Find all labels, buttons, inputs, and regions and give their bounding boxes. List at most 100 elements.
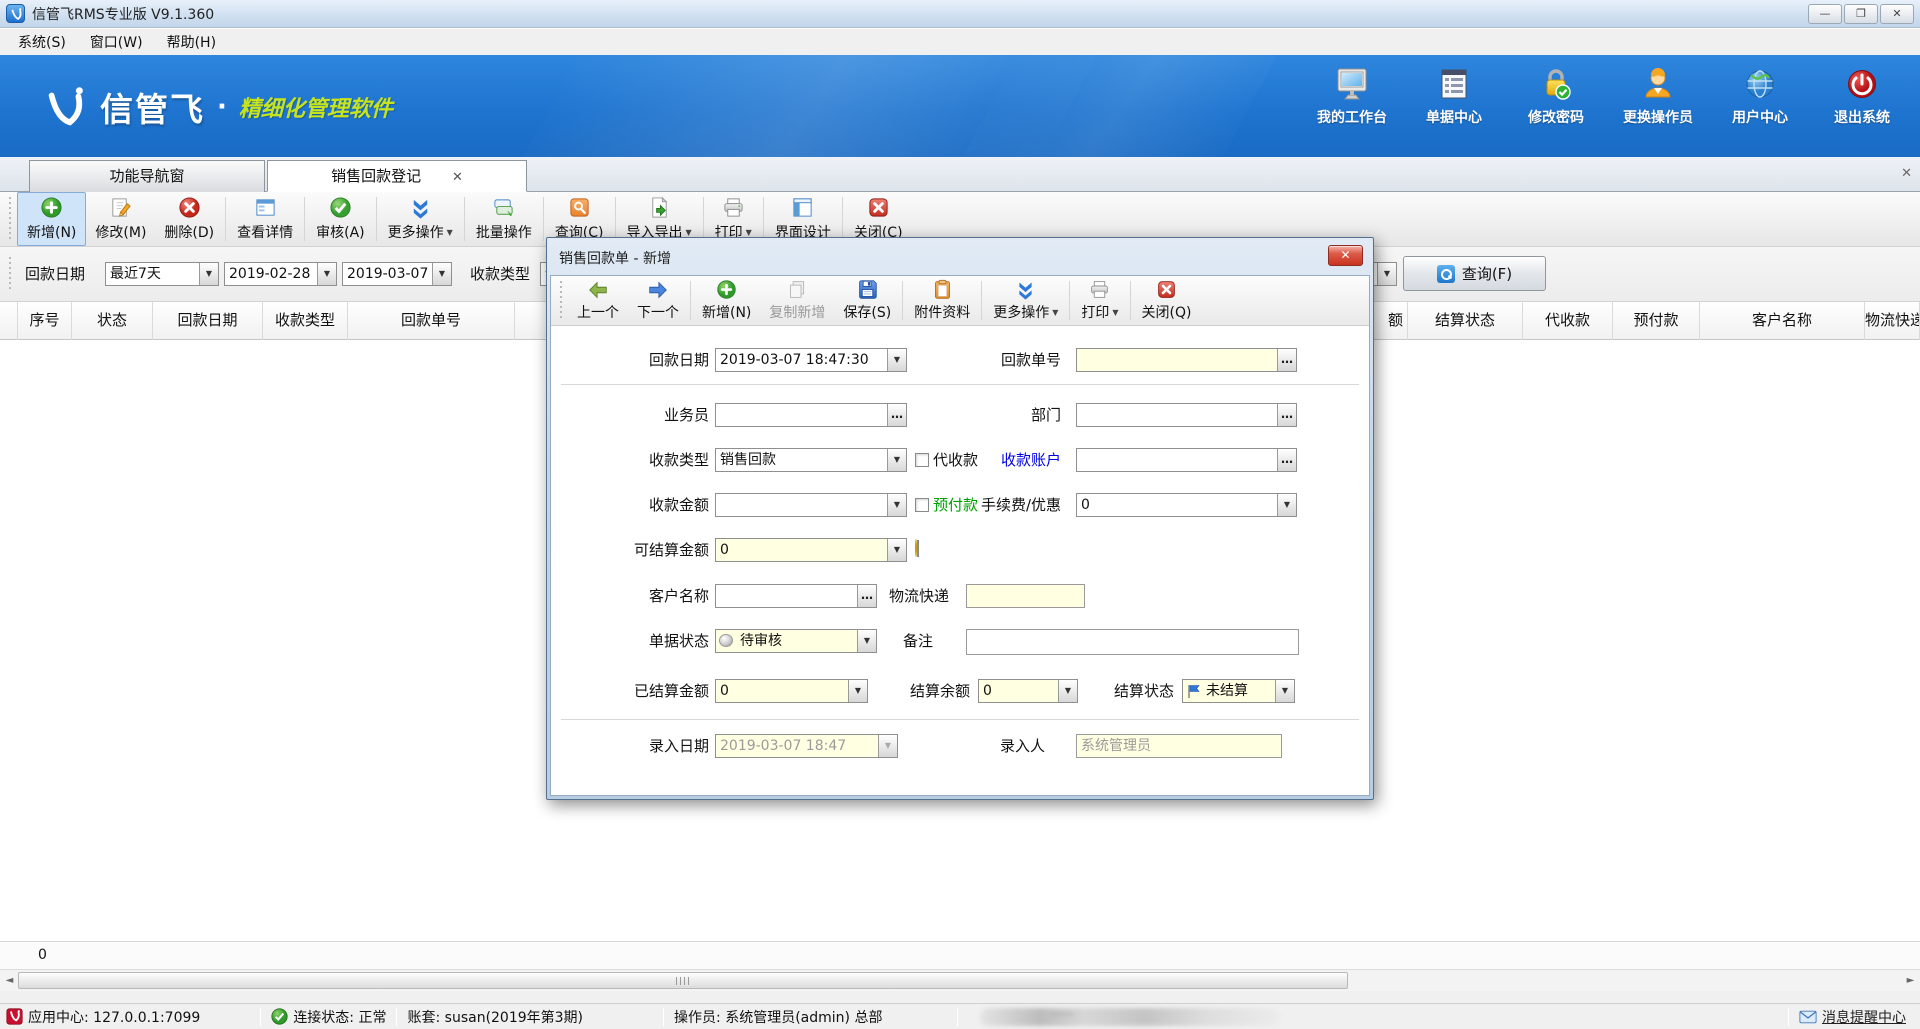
ellipsis-icon[interactable]: … bbox=[887, 404, 906, 426]
minimize-button[interactable]: — bbox=[1808, 4, 1842, 24]
dropdown-icon[interactable]: ▼ bbox=[317, 263, 336, 285]
dialog-print-button[interactable]: 打印▼ bbox=[1072, 276, 1127, 325]
column-header-payment-date[interactable]: 回款日期 bbox=[153, 302, 263, 340]
column-header-prepaid[interactable]: 预付款 bbox=[1613, 302, 1700, 340]
dialog-prev-button[interactable]: 上一个 bbox=[568, 276, 628, 325]
toolbar-add-button[interactable]: 新增(N) bbox=[17, 192, 86, 246]
filter-grip[interactable] bbox=[7, 257, 14, 291]
menu-window[interactable]: 窗口(W) bbox=[80, 29, 153, 55]
dialog-add-button[interactable]: 新增(N) bbox=[693, 276, 760, 325]
toolbar-view-detail-button[interactable]: 查看详情 bbox=[228, 192, 302, 246]
salesman-input[interactable]: … bbox=[715, 403, 907, 427]
status-message-center[interactable]: 消息提醒中心 bbox=[1799, 1007, 1906, 1027]
receipt-no-input[interactable]: … bbox=[1076, 348, 1297, 372]
tab-function-nav[interactable]: 功能导航窗 bbox=[29, 160, 265, 192]
dialog-titlebar[interactable]: 销售回款单 - 新增 ✕ bbox=[550, 241, 1370, 275]
balance-combo[interactable]: 0▼ bbox=[978, 679, 1078, 703]
toolbar-audit-button[interactable]: 审核(A) bbox=[307, 192, 374, 246]
account-input[interactable]: … bbox=[1076, 448, 1297, 472]
menu-system[interactable]: 系统(S) bbox=[8, 29, 76, 55]
fee-combo[interactable]: 0▼ bbox=[1076, 493, 1297, 517]
dialog-toolbar-grip[interactable] bbox=[558, 281, 565, 320]
proxy-checkbox[interactable] bbox=[915, 453, 929, 467]
dropdown-icon[interactable]: ▼ bbox=[887, 494, 906, 516]
message-center-link[interactable]: 消息提醒中心 bbox=[1822, 1007, 1906, 1027]
combo-value: 未结算 bbox=[1202, 680, 1275, 702]
nav-exit-system[interactable]: 退出系统 bbox=[1818, 67, 1906, 127]
column-header-seq[interactable]: 序号 bbox=[18, 302, 72, 340]
toolbar-more-actions-button[interactable]: 更多操作▼ bbox=[379, 192, 462, 246]
nav-change-password[interactable]: 修改密码 bbox=[1512, 67, 1600, 127]
payment-type-field-combo[interactable]: 销售回款▼ bbox=[715, 448, 907, 472]
toolbar-batch-actions-button[interactable]: 批量操作 bbox=[467, 192, 541, 246]
customer-input[interactable]: … bbox=[715, 584, 877, 608]
settleable-combo[interactable]: 0▼ bbox=[715, 538, 907, 562]
doc-status-combo[interactable]: 待审核▼ bbox=[715, 629, 877, 653]
nav-user-center[interactable]: 用户中心 bbox=[1716, 67, 1804, 127]
dialog-save-button[interactable]: 保存(S) bbox=[834, 276, 900, 325]
payment-date-combo[interactable]: 2019-03-07 18:47:30▼ bbox=[715, 348, 907, 372]
column-header-payment-type[interactable]: 收款类型 bbox=[263, 302, 348, 340]
ellipsis-icon[interactable]: … bbox=[1277, 404, 1296, 426]
dialog-attachments-button[interactable]: 附件资料 bbox=[905, 276, 979, 325]
department-input[interactable]: … bbox=[1076, 403, 1297, 427]
amount-combo[interactable]: ▼ bbox=[715, 493, 907, 517]
date-range-combo[interactable]: 最近7天▼ bbox=[105, 262, 219, 286]
date-from-combo[interactable]: 2019-02-28▼ bbox=[224, 262, 337, 286]
tab-sales-payment[interactable]: 销售回款登记 ✕ bbox=[267, 160, 527, 192]
dropdown-icon[interactable]: ▼ bbox=[848, 680, 867, 702]
toolbar-delete-button[interactable]: 删除(D) bbox=[155, 192, 223, 246]
dialog-copy-add-button[interactable]: 复制新增 bbox=[760, 276, 834, 325]
dialog-next-button[interactable]: 下一个 bbox=[628, 276, 688, 325]
nav-document-center[interactable]: 单据中心 bbox=[1410, 67, 1498, 127]
menu-help[interactable]: 帮助(H) bbox=[157, 29, 226, 55]
tab-close-icon[interactable]: ✕ bbox=[452, 170, 463, 185]
dialog-close-action-button[interactable]: 关闭(Q) bbox=[1133, 276, 1201, 325]
remark-input[interactable] bbox=[966, 629, 1299, 655]
nav-my-workbench[interactable]: 我的工作台 bbox=[1308, 67, 1396, 127]
dropdown-icon[interactable]: ▼ bbox=[432, 263, 451, 285]
toolbar-grip[interactable] bbox=[7, 197, 14, 241]
dropdown-icon[interactable]: ▼ bbox=[887, 539, 906, 561]
date-to-combo[interactable]: 2019-03-07▼ bbox=[342, 262, 452, 286]
dialog-more-actions-button[interactable]: 更多操作▼ bbox=[984, 276, 1067, 325]
column-header-settle-status[interactable]: 结算状态 bbox=[1408, 302, 1523, 340]
document-list-icon bbox=[1437, 67, 1471, 101]
logistics-input[interactable] bbox=[966, 584, 1085, 608]
scrollbar-thumb[interactable] bbox=[18, 972, 1348, 989]
window-titlebar[interactable]: 信管飞RMS专业版 V9.1.360 — ❐ ✕ bbox=[0, 0, 1920, 28]
column-header-status[interactable]: 状态 bbox=[72, 302, 153, 340]
maximize-button[interactable]: ❐ bbox=[1844, 4, 1878, 24]
dropdown-icon[interactable]: ▼ bbox=[199, 263, 218, 285]
dropdown-icon[interactable]: ▼ bbox=[1275, 680, 1294, 702]
scroll-right-icon[interactable]: ► bbox=[1902, 972, 1919, 989]
scroll-left-icon[interactable]: ◄ bbox=[1, 972, 18, 989]
query-button[interactable]: 查询(F) bbox=[1403, 256, 1546, 291]
column-header-receipt-no[interactable]: 回款单号 bbox=[348, 302, 515, 340]
settled-combo[interactable]: 0▼ bbox=[715, 679, 868, 703]
horizontal-scrollbar[interactable]: ◄ ► bbox=[0, 969, 1920, 991]
ellipsis-icon[interactable]: … bbox=[857, 585, 876, 607]
tabbar-close-icon[interactable]: ✕ bbox=[1901, 166, 1912, 181]
ellipsis-icon[interactable]: … bbox=[1277, 349, 1296, 371]
ellipsis-icon[interactable]: … bbox=[1277, 449, 1296, 471]
toolbar-label: 新增(N) bbox=[702, 302, 751, 322]
dropdown-icon[interactable]: ▼ bbox=[1058, 680, 1077, 702]
dialog-close-button[interactable]: ✕ bbox=[1328, 245, 1363, 266]
close-button[interactable]: ✕ bbox=[1880, 4, 1914, 24]
toolbar-edit-button[interactable]: 修改(M) bbox=[86, 192, 155, 246]
prepaid-checkbox[interactable] bbox=[915, 498, 929, 512]
dropdown-icon[interactable]: ▼ bbox=[887, 449, 906, 471]
field-label-entry-by: 录入人 bbox=[943, 734, 1045, 758]
hint-bulb-icon[interactable] bbox=[915, 540, 931, 560]
dropdown-icon[interactable]: ▼ bbox=[1277, 494, 1296, 516]
column-header-logistics[interactable]: 物流快递 bbox=[1865, 302, 1920, 340]
column-header-customer[interactable]: 客户名称 bbox=[1700, 302, 1865, 340]
account-link[interactable]: 收款账户 bbox=[943, 448, 1061, 472]
settle-status-combo[interactable]: 未结算▼ bbox=[1182, 679, 1295, 703]
column-header-proxy[interactable]: 代收款 bbox=[1523, 302, 1613, 340]
dropdown-icon[interactable]: ▼ bbox=[857, 630, 876, 652]
dropdown-icon[interactable]: ▼ bbox=[887, 349, 906, 371]
nav-switch-operator[interactable]: 更换操作员 bbox=[1614, 67, 1702, 127]
dropdown-icon[interactable]: ▼ bbox=[1377, 263, 1396, 285]
